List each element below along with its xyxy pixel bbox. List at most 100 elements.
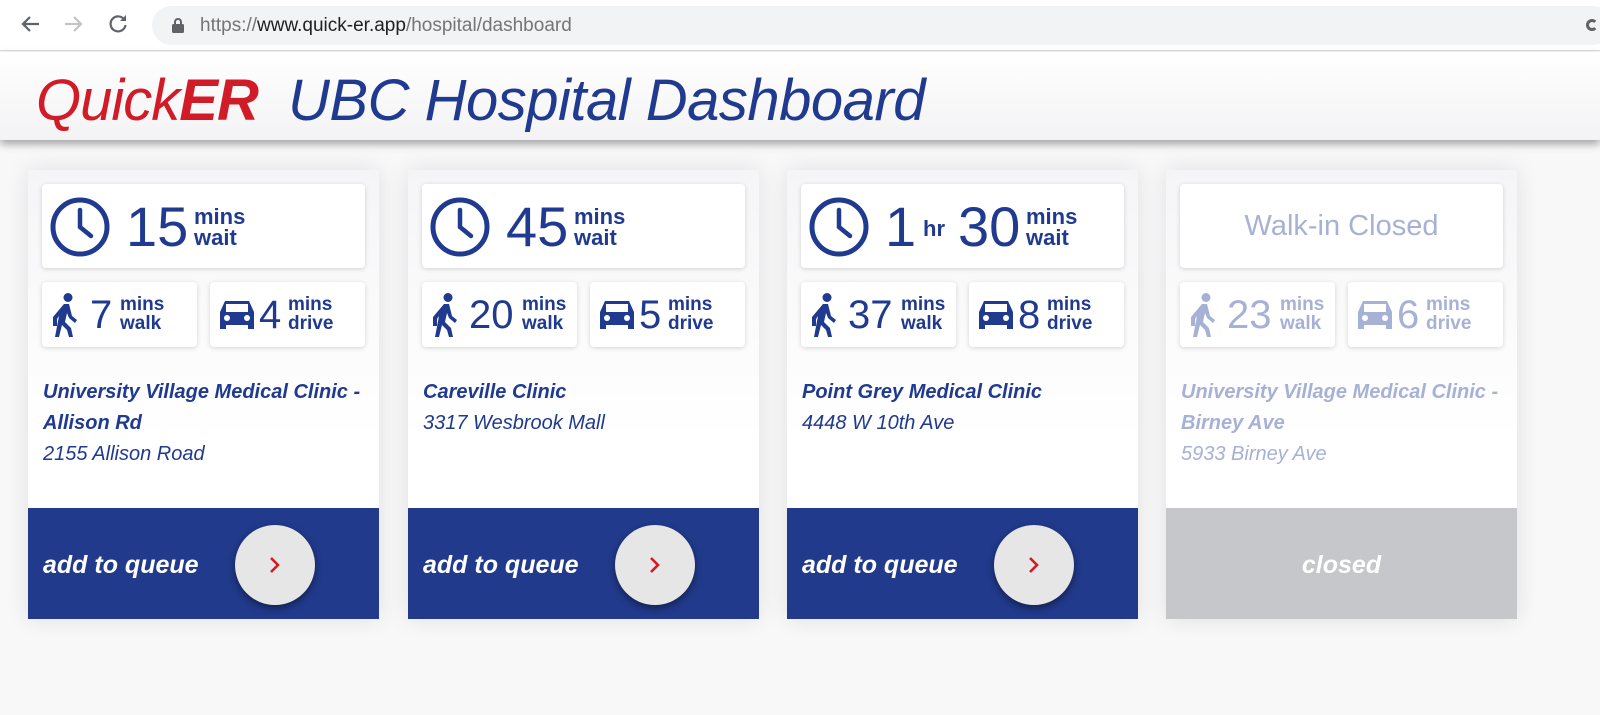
walk-minutes: 23 xyxy=(1227,293,1272,337)
clinic-address: 4448 W 10th Ave xyxy=(802,412,955,434)
wait-unit-bottom: wait xyxy=(1026,225,1069,250)
wait-minutes: 45 xyxy=(506,195,569,258)
wait-hour-unit: hr xyxy=(923,216,945,241)
wait-time-tile: 15 mins wait xyxy=(42,184,365,268)
add-to-queue-button[interactable]: add to queue xyxy=(28,508,379,619)
clock-icon xyxy=(808,196,870,263)
go-button[interactable] xyxy=(615,525,695,605)
walk-unit-top: mins xyxy=(522,294,567,315)
car-icon xyxy=(217,298,257,337)
back-arrow-icon[interactable] xyxy=(18,12,42,36)
wait-time-tile: 1 hr 30 mins wait xyxy=(801,184,1124,268)
walk-minutes: 7 xyxy=(90,293,113,337)
wait-unit-bottom: wait xyxy=(574,225,617,250)
reload-icon[interactable] xyxy=(106,12,130,36)
wait-unit-top: mins xyxy=(574,204,626,229)
walk-unit-bottom: walk xyxy=(522,313,564,334)
walk-unit-top: mins xyxy=(120,294,165,315)
walking-person-icon xyxy=(52,293,78,342)
chevron-right-icon xyxy=(270,557,280,573)
chevron-right-icon xyxy=(1029,557,1039,573)
drive-minutes: 8 xyxy=(1018,293,1041,337)
brand-quick: Quick xyxy=(36,68,180,133)
wait-minutes: 15 xyxy=(126,195,189,258)
drive-unit-top: mins xyxy=(668,294,713,315)
wait-hours: 1 xyxy=(885,195,917,258)
drive-unit-top: mins xyxy=(1047,294,1092,315)
clock-icon xyxy=(429,196,491,263)
drive-unit-top: mins xyxy=(1426,294,1471,315)
url-text: https://www.quick-er.app/hospital/dashbo… xyxy=(200,6,572,45)
walk-in-closed-label: Walk-in Closed xyxy=(1244,210,1439,242)
drive-minutes: 6 xyxy=(1397,293,1420,337)
wait-minutes: 30 xyxy=(958,195,1021,258)
clock-icon xyxy=(49,196,111,263)
address-bar[interactable]: https://www.quick-er.app/hospital/dashbo… xyxy=(152,6,1600,45)
walk-unit-top: mins xyxy=(901,294,946,315)
clinic-name: University Village Medical Clinic - Alli… xyxy=(43,381,361,434)
drive-minutes: 5 xyxy=(639,293,662,337)
walk-unit-bottom: walk xyxy=(901,313,943,334)
walking-person-icon xyxy=(1190,293,1216,342)
add-to-queue-button[interactable]: add to queue xyxy=(787,508,1138,619)
walk-time-tile: 7 mins walk xyxy=(42,282,197,347)
drive-unit-bottom: drive xyxy=(1426,313,1472,334)
add-to-queue-label: add to queue xyxy=(43,551,199,579)
clinic-card-closed: Walk-in Closed 23 mins walk 6 mins drive… xyxy=(1166,170,1517,619)
add-to-queue-label: add to queue xyxy=(802,551,958,579)
wait-time-tile: Walk-in Closed xyxy=(1180,184,1503,268)
clinic-name: University Village Medical Clinic - Birn… xyxy=(1181,381,1499,434)
drive-time-tile: 4 mins drive xyxy=(210,282,365,347)
brand-er: ER xyxy=(179,68,259,133)
search-icon[interactable] xyxy=(1586,19,1598,31)
lock-icon xyxy=(172,18,184,38)
car-icon xyxy=(976,298,1016,337)
url-host: www.quick-er.app xyxy=(257,15,406,36)
car-icon xyxy=(1355,298,1395,337)
walk-unit-bottom: walk xyxy=(1280,313,1322,334)
go-button[interactable] xyxy=(994,525,1074,605)
wait-unit-top: mins xyxy=(1026,204,1078,229)
clinic-address: 3317 Wesbrook Mall xyxy=(423,412,605,434)
drive-unit-bottom: drive xyxy=(1047,313,1093,334)
forward-arrow-icon[interactable] xyxy=(62,12,86,36)
drive-unit-bottom: drive xyxy=(288,313,334,334)
page-title: UBC Hospital Dashboard xyxy=(288,68,925,133)
app-header: QuickER UBC Hospital Dashboard xyxy=(0,52,1600,140)
clinic-address: 2155 Allison Road xyxy=(43,443,205,465)
walk-time-tile: 23 mins walk xyxy=(1180,282,1335,347)
go-button[interactable] xyxy=(235,525,315,605)
chevron-right-icon xyxy=(650,557,660,573)
wait-unit-bottom: wait xyxy=(194,225,237,250)
clinic-card: 1 hr 30 mins wait 37 mins walk 8 mins dr… xyxy=(787,170,1138,619)
walking-person-icon xyxy=(432,293,458,342)
clinic-address: 5933 Birney Ave xyxy=(1181,443,1327,465)
closed-status-bar: closed xyxy=(1166,508,1517,619)
closed-label: closed xyxy=(1301,551,1382,579)
wait-unit-top: mins xyxy=(194,204,246,229)
drive-minutes: 4 xyxy=(259,293,282,337)
drive-time-tile: 6 mins drive xyxy=(1348,282,1503,347)
walk-time-tile: 37 mins walk xyxy=(801,282,956,347)
drive-unit-bottom: drive xyxy=(668,313,714,334)
wait-time-tile: 45 mins wait xyxy=(422,184,745,268)
url-path: /hospital/dashboard xyxy=(405,15,572,36)
add-to-queue-button[interactable]: add to queue xyxy=(408,508,759,619)
clinic-card: 45 mins wait 20 mins walk 5 mins drive C… xyxy=(408,170,759,619)
drive-time-tile: 8 mins drive xyxy=(969,282,1124,347)
car-icon xyxy=(597,298,637,337)
brand-logo: QuickER xyxy=(36,67,259,134)
add-to-queue-label: add to queue xyxy=(423,551,579,579)
clinic-card: 15 mins wait 7 mins walk 4 mins drive Un… xyxy=(28,170,379,619)
walk-unit-bottom: walk xyxy=(120,313,162,334)
drive-time-tile: 5 mins drive xyxy=(590,282,745,347)
walk-time-tile: 20 mins walk xyxy=(422,282,577,347)
url-prefix: https:// xyxy=(200,15,258,36)
clinic-name: Point Grey Medical Clinic xyxy=(802,381,1043,403)
walk-minutes: 37 xyxy=(848,293,893,337)
walking-person-icon xyxy=(811,293,837,342)
clinic-name: Careville Clinic xyxy=(423,381,567,403)
walk-unit-top: mins xyxy=(1280,294,1325,315)
walk-minutes: 20 xyxy=(469,293,514,337)
drive-unit-top: mins xyxy=(288,294,333,315)
